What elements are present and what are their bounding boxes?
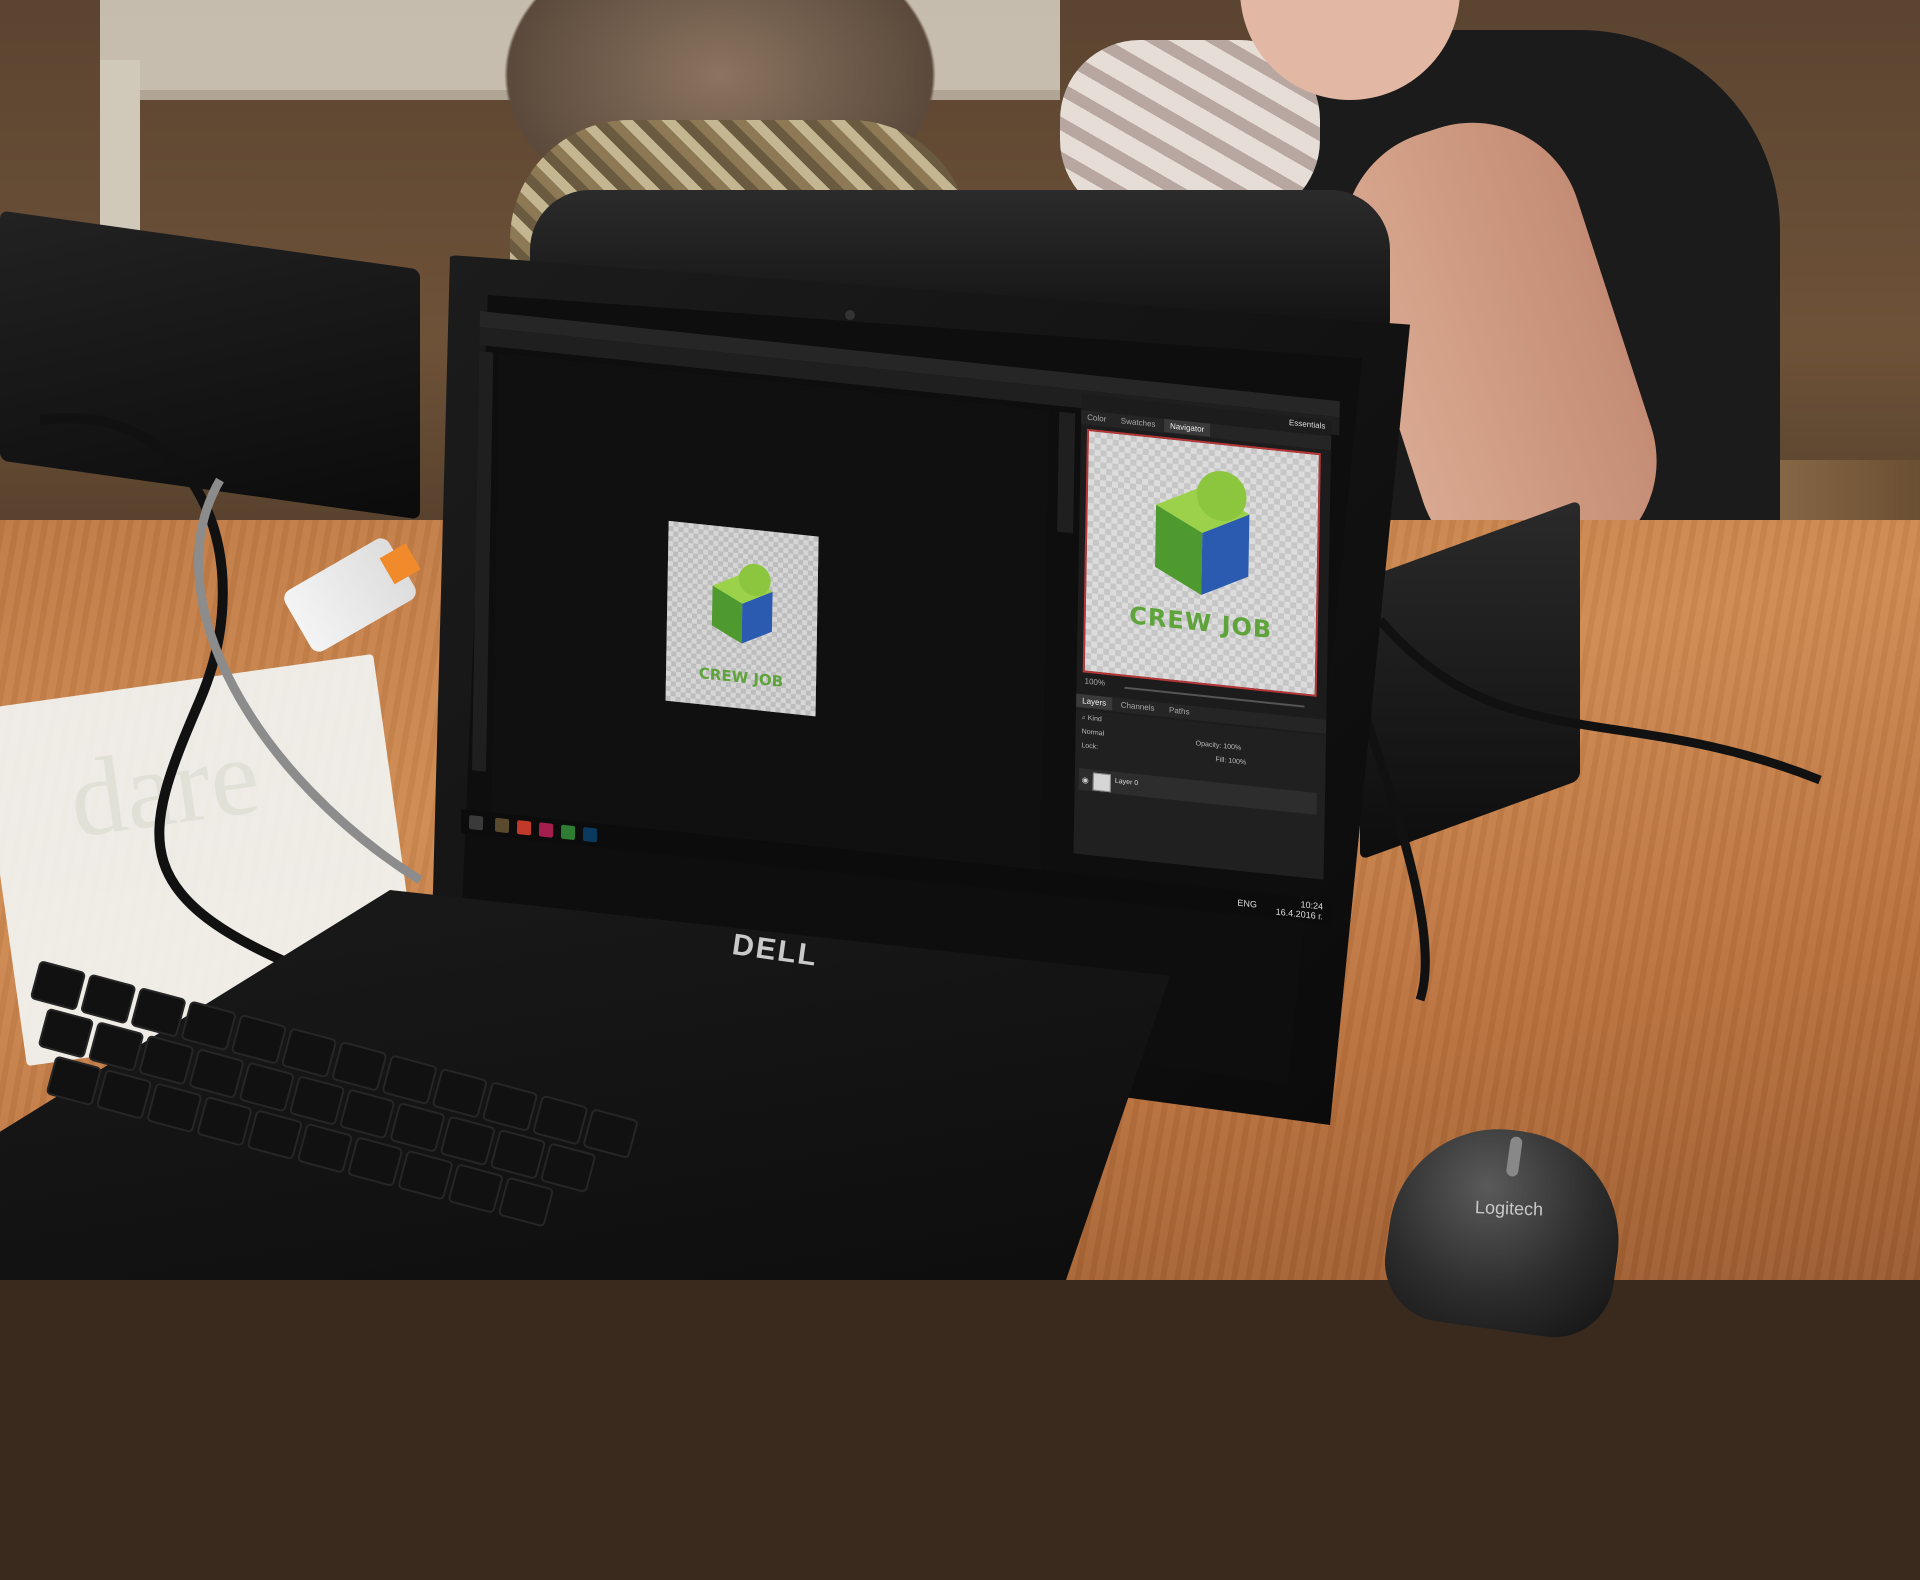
navigator-preview[interactable]: CREW JOB <box>1082 428 1321 697</box>
cable-2 <box>194 477 423 884</box>
key[interactable] <box>539 1142 597 1194</box>
key[interactable] <box>447 1163 505 1215</box>
layer-thumbnail <box>1092 772 1111 793</box>
key[interactable] <box>397 1149 454 1201</box>
webcam <box>845 310 855 320</box>
fill-label: Fill: <box>1215 756 1227 765</box>
right-panel: Essentials Color Swatches Navigator CREW… <box>1073 394 1332 880</box>
key[interactable] <box>238 1061 296 1113</box>
key[interactable] <box>288 1074 346 1127</box>
scroll-wheel[interactable] <box>1505 1135 1524 1178</box>
key[interactable] <box>246 1109 304 1161</box>
photoshop-icon[interactable] <box>582 826 598 843</box>
input-language[interactable]: ENG <box>1237 898 1257 910</box>
opacity-label: Opacity: <box>1195 740 1222 750</box>
cable-1 <box>39 413 332 985</box>
lock-label: Lock: <box>1081 742 1099 751</box>
key[interactable] <box>37 1007 95 1059</box>
key[interactable] <box>346 1136 404 1188</box>
key[interactable] <box>338 1088 396 1140</box>
tab-channels[interactable]: Channels <box>1115 698 1161 716</box>
cube-logo-icon <box>1154 471 1250 596</box>
crew-job-logo <box>702 554 784 654</box>
zoom-value[interactable]: 100% <box>1084 677 1105 688</box>
panel-icon-strip[interactable] <box>1057 411 1076 534</box>
navigator-logo <box>1136 456 1268 611</box>
tab-navigator[interactable]: Navigator <box>1163 418 1211 437</box>
tab-swatches[interactable]: Swatches <box>1115 414 1162 432</box>
opacity-control[interactable]: Opacity: 100% <box>1196 740 1242 752</box>
canvas-area[interactable]: CREW JOB <box>491 353 1050 871</box>
browser-icon[interactable] <box>516 820 532 836</box>
key[interactable] <box>145 1082 203 1134</box>
key[interactable] <box>296 1122 354 1174</box>
key[interactable] <box>389 1101 446 1153</box>
mouse-brand-logo: Logitech <box>1474 1197 1544 1220</box>
fill-control[interactable]: Fill: 100% <box>1215 756 1246 766</box>
clock[interactable]: 10:24 16.4.2016 г. <box>1276 897 1324 921</box>
windows-start-icon[interactable] <box>468 814 484 831</box>
tab-paths[interactable]: Paths <box>1163 703 1196 719</box>
key[interactable] <box>188 1048 245 1100</box>
key[interactable] <box>138 1034 195 1086</box>
layer-row[interactable]: ◉ Layer 0 <box>1078 767 1317 815</box>
layers-panel: ⌕ Kind Normal Opacity: 100% Lock: Fill: … <box>1073 709 1327 880</box>
tab-layers[interactable]: Layers <box>1076 693 1113 711</box>
document-canvas[interactable]: CREW JOB <box>665 520 819 717</box>
tab-color[interactable]: Color <box>1081 410 1112 426</box>
eye-icon[interactable]: ◉ <box>1082 775 1089 785</box>
key[interactable] <box>196 1095 253 1147</box>
workspace-switcher[interactable]: Essentials <box>1289 418 1326 431</box>
key[interactable] <box>45 1055 103 1107</box>
key[interactable] <box>87 1021 145 1073</box>
app-icon-red[interactable] <box>538 822 554 838</box>
blend-mode-select[interactable]: Normal <box>1082 728 1105 737</box>
kind-filter-label: Kind <box>1087 714 1102 724</box>
canvas-logo-text: CREW JOB <box>698 664 784 691</box>
kind-filter[interactable]: ⌕ Kind <box>1082 714 1102 724</box>
cable-4 <box>1355 698 1430 1002</box>
tools-panel[interactable] <box>471 350 494 772</box>
key[interactable] <box>95 1068 153 1120</box>
app-icon[interactable] <box>494 817 510 834</box>
layer-name: Layer 0 <box>1114 777 1139 788</box>
key[interactable] <box>497 1176 555 1228</box>
key[interactable] <box>439 1115 497 1167</box>
opacity-value: 100% <box>1223 743 1242 752</box>
key[interactable] <box>489 1128 547 1180</box>
fill-value: 100% <box>1228 757 1247 767</box>
app-icon-green[interactable] <box>560 824 576 841</box>
cube-logo-icon <box>711 563 773 644</box>
search-icon: ⌕ <box>1081 714 1086 722</box>
cable-3 <box>1376 617 1822 785</box>
